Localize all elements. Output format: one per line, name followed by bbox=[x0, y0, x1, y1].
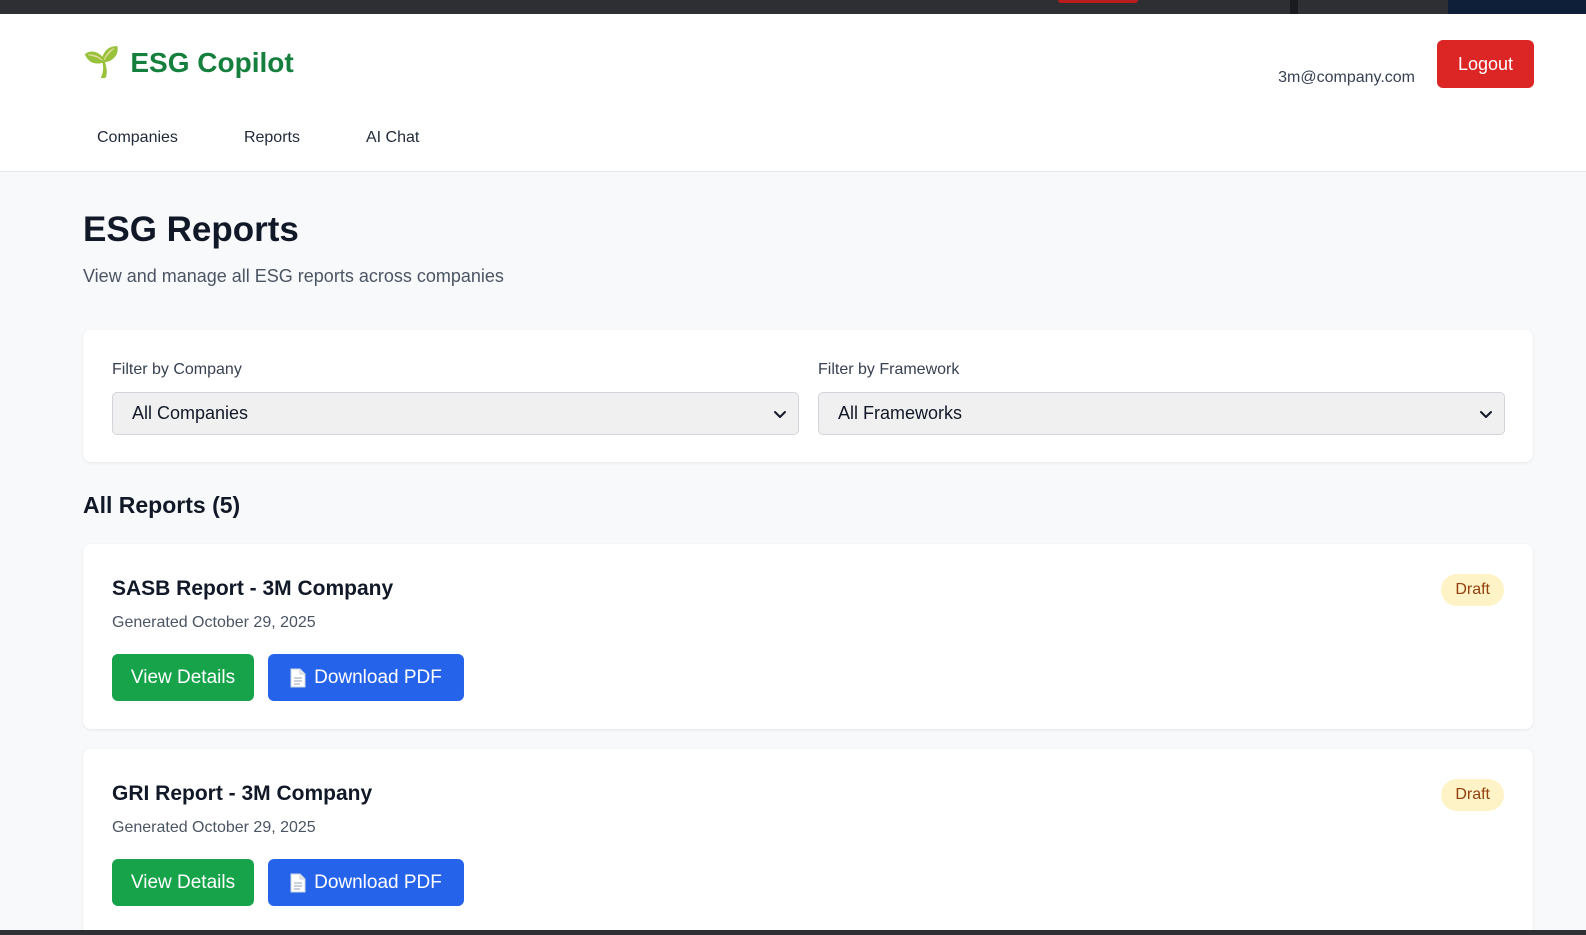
chevron-down-icon bbox=[1480, 411, 1492, 418]
report-card: SASB Report - 3M Company Generated Octob… bbox=[83, 544, 1533, 729]
report-title: SASB Report - 3M Company bbox=[112, 577, 394, 600]
nav-item-ai-chat[interactable]: AI Chat bbox=[352, 124, 433, 152]
download-pdf-label: Download PDF bbox=[314, 666, 442, 688]
chrome-tab-indicator bbox=[1058, 0, 1138, 3]
logout-button[interactable]: Logout bbox=[1437, 40, 1534, 88]
company-filter-label: Filter by Company bbox=[112, 361, 242, 378]
report-date: Generated October 29, 2025 bbox=[112, 614, 316, 631]
framework-filter-select[interactable]: All Frameworks bbox=[818, 392, 1505, 435]
browser-chrome-bottom bbox=[0, 930, 1586, 935]
download-pdf-button[interactable]: Download PDF bbox=[268, 859, 464, 906]
main-nav: Companies Reports AI Chat bbox=[83, 124, 471, 152]
view-details-label: View Details bbox=[130, 666, 236, 688]
nav-item-companies[interactable]: Companies bbox=[83, 124, 192, 152]
download-pdf-button[interactable]: Download PDF bbox=[268, 654, 464, 701]
report-card: GRI Report - 3M Company Generated Octobe… bbox=[83, 749, 1533, 934]
chrome-divider bbox=[1290, 0, 1298, 14]
framework-filter-group: Filter by Framework All Frameworks bbox=[818, 360, 1505, 435]
report-title: GRI Report - 3M Company bbox=[112, 782, 373, 805]
page-title: ESG Reports bbox=[83, 210, 299, 249]
seedling-icon: 🌱 bbox=[83, 45, 121, 80]
brand-name: ESG Copilot bbox=[130, 47, 294, 78]
framework-filter-label: Filter by Framework bbox=[818, 361, 960, 378]
browser-chrome-top bbox=[0, 0, 1586, 14]
company-filter-select[interactable]: All Companies bbox=[112, 392, 799, 435]
page-subtitle: View and manage all ESG reports across c… bbox=[83, 266, 504, 286]
filter-card: Filter by Company All Companies Filter b… bbox=[83, 330, 1533, 462]
status-badge: Draft bbox=[1441, 779, 1504, 811]
view-details-button[interactable]: View Details bbox=[112, 654, 254, 701]
document-icon bbox=[290, 873, 306, 892]
company-filter-value: All Companies bbox=[132, 403, 249, 423]
report-date: Generated October 29, 2025 bbox=[112, 819, 316, 836]
brand[interactable]: 🌱 ESG Copilot bbox=[83, 44, 294, 82]
framework-filter-value: All Frameworks bbox=[838, 403, 963, 423]
app-header: 🌱 ESG Copilot 3m@company.com Logout Comp… bbox=[0, 14, 1586, 172]
download-pdf-label: Download PDF bbox=[314, 871, 442, 893]
reports-section-title: All Reports (5) bbox=[83, 492, 241, 518]
user-email: 3m@company.com bbox=[1278, 69, 1415, 86]
document-icon bbox=[290, 668, 306, 687]
nav-item-reports[interactable]: Reports bbox=[230, 124, 314, 152]
chevron-down-icon bbox=[774, 411, 786, 418]
company-filter-group: Filter by Company All Companies bbox=[112, 360, 799, 435]
view-details-label: View Details bbox=[130, 871, 236, 893]
status-badge: Draft bbox=[1441, 574, 1504, 606]
chrome-panel bbox=[1448, 0, 1586, 14]
view-details-button[interactable]: View Details bbox=[112, 859, 254, 906]
